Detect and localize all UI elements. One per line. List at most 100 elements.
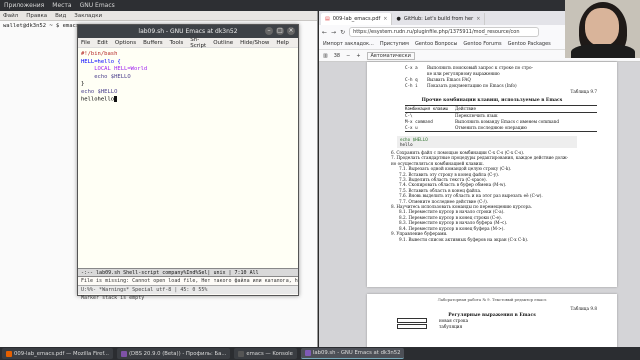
zoom-select[interactable]: Автоматически [366, 51, 415, 60]
emacs-warnings-modeline: U:%%- *Warnings* Special utf-8 | 45: 0 5… [78, 285, 298, 294]
close-tab-icon[interactable]: × [383, 16, 387, 22]
text-cursor [114, 96, 118, 102]
active-app-menu[interactable]: GNU Emacs [76, 2, 119, 9]
task-dbs[interactable]: (DBS 20.9.0 (Beta)) - Профиль: Ба... [116, 348, 231, 359]
code-last-line: hellohello [81, 96, 295, 104]
page-header: Лабораторная работа № 9. Текстовый редак… [437, 297, 547, 302]
regex-box [397, 324, 427, 329]
tab-github-label: GitHub: Let's build from her [403, 16, 474, 22]
pdf-page: C-x a Выполнить поисковый запрос к строке… [367, 62, 617, 287]
emacs-modeline: -:-- lab09.sh Shell-script company%Ind%S… [78, 268, 298, 277]
bookmark-start[interactable]: Приступим [380, 41, 409, 47]
tab-pdf-label: 009-lab_emacs.pdf [332, 16, 381, 22]
back-icon[interactable]: ← [322, 29, 327, 36]
regex-box [397, 318, 427, 323]
task-label: lab09.sh - GNU Emacs at dk3n52 [312, 350, 401, 356]
emacs-menu-tools[interactable]: Tools [170, 40, 191, 46]
emacs-titlebar[interactable]: lab09.sh - GNU Emacs at dk3n52 – □ × [78, 25, 298, 38]
tab-github[interactable]: ● GitHub: Let's build from her × [392, 13, 486, 25]
places-menu[interactable]: Места [48, 2, 75, 9]
table-number: Таблица 9.7 [570, 89, 597, 94]
forward-icon[interactable]: → [331, 29, 336, 36]
app-icon [120, 350, 127, 357]
minimize-icon[interactable]: – [265, 27, 273, 35]
emacs-buffer[interactable]: #!/bin/bash HELL=hello { LOCAL HELL=Worl… [78, 48, 298, 268]
konsole-menu-bookmarks[interactable]: Закладки [74, 13, 110, 19]
task-firefox[interactable]: 009-lab_emacs.pdf — Mozilla Firef... [2, 348, 113, 359]
emacs-menubar: File Edit Options Buffers Tools Sh-Scrip… [78, 37, 298, 49]
webcam-overlay [565, 0, 640, 58]
pdf-viewer[interactable]: C-x a Выполнить поисковый запрос к строке… [319, 62, 640, 354]
terminal-icon [238, 350, 245, 357]
task-list: 6. Сохранить файл с помощью комбинации C… [391, 150, 597, 242]
code-shebang: #!/bin/bash [81, 51, 118, 57]
list-item: 9.1. Вывести список активных буферов на … [399, 236, 529, 242]
table-cell-key: C-x u [405, 125, 418, 130]
code-last-text: hellohello [81, 96, 115, 103]
emacs-menu-shscript[interactable]: Sh-Script [190, 37, 213, 49]
table-row: C-x u Отменить последнюю операцию [405, 125, 597, 131]
applications-menu[interactable]: Приложения [0, 2, 48, 9]
person-body [571, 44, 635, 58]
table-header-row: Комбинация клавиш Действие [405, 106, 597, 113]
firefox-icon [6, 350, 12, 357]
window-buttons: – □ × [265, 27, 295, 35]
task-label: 009-lab_emacs.pdf — Mozilla Firef... [14, 350, 109, 357]
code-echo-inner: echo $HELLO [81, 73, 131, 80]
person-face [585, 8, 619, 46]
url-bar[interactable]: https://esystem.rudn.ru/pluginfile.php/1… [349, 27, 540, 37]
sidebar-toggle-icon[interactable]: ▥ [323, 53, 328, 59]
key-combo: C-h i [405, 83, 418, 88]
regex-row: табуляция [367, 324, 617, 330]
konsole-menubar: Файл Правка Вид Закладки [0, 11, 317, 21]
bookmark-import[interactable]: Импорт закладок... [323, 41, 374, 47]
emacs-menu-outline[interactable]: Outline [213, 40, 240, 46]
emacs-echo-area: Marker stack is empty [81, 295, 145, 301]
konsole-menu-edit[interactable]: Правка [26, 13, 55, 19]
close-tab-icon[interactable]: × [476, 16, 480, 22]
top-panel: Приложения Места GNU Emacs [0, 0, 640, 11]
code-local-line: LOCAL HELL=World [81, 66, 148, 72]
emacs-title: lab09.sh - GNU Emacs at dk3n52 [138, 28, 238, 35]
emacs-menu-hideshow[interactable]: Hide/Show [240, 40, 276, 46]
emacs-menu-options[interactable]: Options [115, 40, 143, 46]
table-number: Таблица 9.8 [570, 306, 597, 311]
konsole-menu-view[interactable]: Вид [55, 13, 74, 19]
github-icon: ● [396, 16, 401, 22]
emacs-icon [304, 350, 311, 356]
shell-out: hello [400, 142, 413, 147]
task-konsole[interactable]: emacs — Konsole [234, 348, 297, 359]
table-header-key: Комбинация клавиш [405, 106, 448, 111]
zoom-out-icon[interactable]: − [346, 53, 350, 59]
tab-pdf[interactable]: ▤ 009-lab_emacs.pdf × [321, 13, 393, 25]
emacs-warning-message: File is missing: Cannot open load file, … [81, 278, 298, 284]
emacs-menu-help[interactable]: Help [276, 40, 296, 46]
table-header-desc: Действие [455, 106, 476, 111]
emacs-menu-edit[interactable]: Edit [97, 40, 115, 46]
bookmark-gentoo-packages[interactable]: Gentoo Packages [508, 41, 551, 47]
maximize-icon[interactable]: □ [276, 27, 284, 35]
emacs-window: lab09.sh - GNU Emacs at dk3n52 – □ × Fil… [77, 24, 299, 301]
task-label: emacs — Konsole [246, 350, 293, 357]
taskbar: 009-lab_emacs.pdf — Mozilla Firef... (DB… [0, 347, 640, 360]
reload-icon[interactable]: ↻ [340, 29, 345, 36]
code-func-def: HELL=hello { [81, 58, 121, 65]
zoom-in-icon[interactable]: + [356, 53, 360, 59]
firefox-window: ▤ 009-lab_emacs.pdf × ● GitHub: Let's bu… [319, 11, 640, 354]
key-desc: Показать документацию по Emacs (Info) [427, 83, 517, 88]
pdf-page-number[interactable]: 38 [334, 53, 340, 59]
task-label: (DBS 20.9.0 (Beta)) - Профиль: Ба... [128, 350, 227, 357]
table-caption: Прочие комбинации клавиш, используемые в… [421, 98, 563, 103]
konsole-menu-file[interactable]: Файл [3, 13, 26, 19]
bookmark-gentoo-questions[interactable]: Gentoo Вопросы [415, 41, 457, 47]
bookmark-gentoo-forums[interactable]: Gentoo Forums [463, 41, 501, 47]
emacs-menu-file[interactable]: File [81, 40, 97, 46]
code-echo-outer: echo $HELLO [81, 88, 118, 95]
task-emacs[interactable]: lab09.sh - GNU Emacs at dk3n52 [300, 348, 405, 359]
shell-example: echo $HELLO hello [397, 136, 577, 148]
emacs-menu-buffers[interactable]: Buffers [143, 40, 170, 46]
keys-table: Комбинация клавиш Действие C-\ Переключить… [405, 105, 597, 132]
code-close-brace: } [81, 81, 85, 87]
close-icon[interactable]: × [287, 27, 295, 35]
pdf-page: Лабораторная работа № 9. Текстовый редак… [367, 294, 617, 354]
